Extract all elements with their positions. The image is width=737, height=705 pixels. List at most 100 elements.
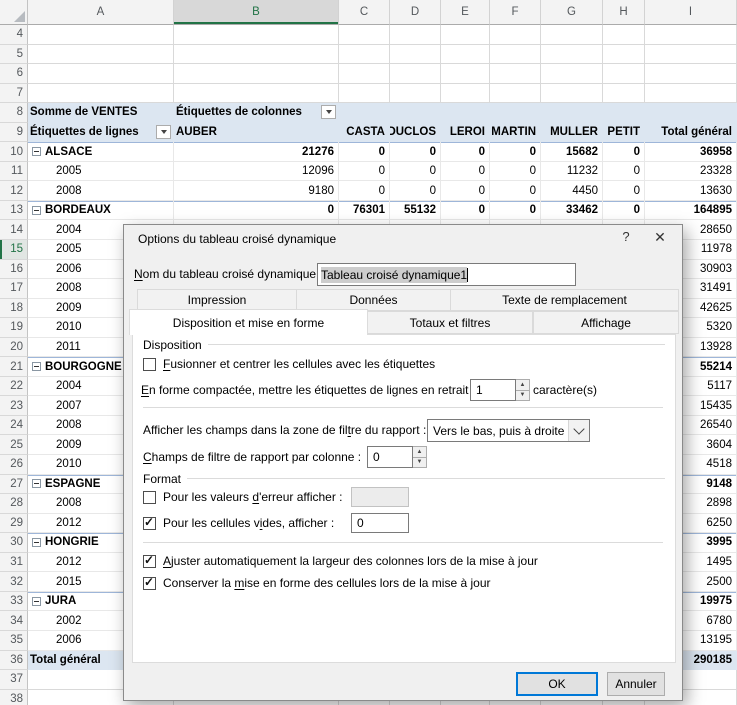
- row-header-19[interactable]: 19: [0, 318, 28, 338]
- cell-B5[interactable]: [174, 45, 339, 65]
- cell-C7[interactable]: [339, 84, 390, 104]
- row-header-15[interactable]: 15: [0, 240, 28, 260]
- collapse-button-JURA[interactable]: [32, 597, 41, 606]
- column-header-G[interactable]: G: [541, 0, 603, 25]
- cell-E11[interactable]: 0: [441, 162, 490, 182]
- column-header-E[interactable]: E: [441, 0, 490, 25]
- cell-I7[interactable]: [645, 84, 737, 104]
- cell-C11[interactable]: 0: [339, 162, 390, 182]
- cell-G11[interactable]: 11232: [541, 162, 603, 182]
- preserve-format-row[interactable]: Conserver la mise en forme des cellules …: [143, 575, 491, 591]
- column-header-A[interactable]: A: [28, 0, 174, 25]
- pivot-name-input[interactable]: Tableau croisé dynamique1: [317, 263, 576, 286]
- cell-B9[interactable]: AUBER: [174, 123, 339, 143]
- help-icon[interactable]: ?: [614, 229, 638, 248]
- row-header-28[interactable]: 28: [0, 494, 28, 514]
- cell-F5[interactable]: [490, 45, 541, 65]
- cell-A10[interactable]: ALSACE: [28, 142, 174, 162]
- cell-I6[interactable]: [645, 64, 737, 84]
- collapse-button-ESPAGNE[interactable]: [32, 479, 41, 488]
- cell-B13[interactable]: 0: [174, 201, 339, 221]
- row-header-31[interactable]: 31: [0, 553, 28, 573]
- tab-affichage[interactable]: Affichage: [533, 311, 679, 334]
- cell-D5[interactable]: [390, 45, 441, 65]
- cell-I12[interactable]: 13630: [645, 181, 737, 201]
- empty-cells-checkbox[interactable]: [143, 517, 156, 530]
- cell-H13[interactable]: 0: [603, 201, 645, 221]
- autofit-row[interactable]: Ajuster automatiquement la largeur des c…: [143, 553, 538, 569]
- cell-D7[interactable]: [390, 84, 441, 104]
- cell-G12[interactable]: 4450: [541, 181, 603, 201]
- cell-B4[interactable]: [174, 25, 339, 45]
- column-header-D[interactable]: D: [390, 0, 441, 25]
- cell-D8[interactable]: [390, 103, 441, 123]
- cell-C12[interactable]: 0: [339, 181, 390, 201]
- row-header-16[interactable]: 16: [0, 260, 28, 280]
- cell-E13[interactable]: 0: [441, 201, 490, 221]
- cell-E9[interactable]: LEROI: [441, 123, 490, 143]
- cell-H5[interactable]: [603, 45, 645, 65]
- cell-A7[interactable]: [28, 84, 174, 104]
- cell-G6[interactable]: [541, 64, 603, 84]
- error-values-checkbox[interactable]: [143, 491, 156, 504]
- cell-D9[interactable]: DUCLOS: [390, 123, 441, 143]
- cell-I4[interactable]: [645, 25, 737, 45]
- select-all-corner[interactable]: [0, 0, 28, 25]
- cell-E10[interactable]: 0: [441, 142, 490, 162]
- preserve-format-checkbox[interactable]: [143, 577, 156, 590]
- autofit-checkbox[interactable]: [143, 555, 156, 568]
- fields-per-column-input[interactable]: 0: [367, 446, 413, 468]
- row-labels-filter-button[interactable]: [156, 125, 171, 139]
- cell-B10[interactable]: 21276: [174, 142, 339, 162]
- cell-I13[interactable]: 164895: [645, 201, 737, 221]
- row-header-14[interactable]: 14: [0, 220, 28, 240]
- column-header-F[interactable]: F: [490, 0, 541, 25]
- cell-A9[interactable]: Étiquettes de lignes: [28, 123, 174, 143]
- cell-H10[interactable]: 0: [603, 142, 645, 162]
- row-header-11[interactable]: 11: [0, 162, 28, 182]
- cell-I10[interactable]: 36958: [645, 142, 737, 162]
- row-header-13[interactable]: 13: [0, 201, 28, 221]
- cell-H12[interactable]: 0: [603, 181, 645, 201]
- cell-H8[interactable]: [603, 103, 645, 123]
- cell-F6[interactable]: [490, 64, 541, 84]
- row-header-30[interactable]: 30: [0, 533, 28, 553]
- cell-I9[interactable]: Total général: [645, 123, 737, 143]
- cell-D10[interactable]: 0: [390, 142, 441, 162]
- row-header-35[interactable]: 35: [0, 631, 28, 651]
- spin-up-icon[interactable]: ▲: [413, 447, 426, 457]
- chevron-down-icon[interactable]: [568, 420, 589, 441]
- row-header-18[interactable]: 18: [0, 299, 28, 319]
- cell-F7[interactable]: [490, 84, 541, 104]
- collapse-button-ALSACE[interactable]: [32, 147, 41, 156]
- empty-cells-row[interactable]: Pour les cellules vides, afficher :: [143, 515, 334, 531]
- spin-down-icon[interactable]: ▼: [413, 457, 426, 468]
- cell-B11[interactable]: 12096: [174, 162, 339, 182]
- row-header-25[interactable]: 25: [0, 435, 28, 455]
- cell-A8[interactable]: Somme de VENTES: [28, 103, 174, 123]
- error-values-input[interactable]: [351, 487, 409, 507]
- row-header-37[interactable]: 37: [0, 670, 28, 690]
- cell-F4[interactable]: [490, 25, 541, 45]
- row-header-23[interactable]: 23: [0, 396, 28, 416]
- row-header-34[interactable]: 34: [0, 611, 28, 631]
- row-header-21[interactable]: 21: [0, 357, 28, 377]
- row-header-4[interactable]: 4: [0, 25, 28, 45]
- row-header-17[interactable]: 17: [0, 279, 28, 299]
- merge-center-row[interactable]: Fusionner et centrer les cellules avec l…: [143, 356, 435, 372]
- cell-F9[interactable]: MARTIN: [490, 123, 541, 143]
- cell-B7[interactable]: [174, 84, 339, 104]
- cell-E6[interactable]: [441, 64, 490, 84]
- row-header-32[interactable]: 32: [0, 572, 28, 592]
- cell-E7[interactable]: [441, 84, 490, 104]
- row-header-36[interactable]: 36: [0, 651, 28, 671]
- cell-D4[interactable]: [390, 25, 441, 45]
- column-header-H[interactable]: H: [603, 0, 645, 25]
- row-header-8[interactable]: 8: [0, 103, 28, 123]
- spin-up-icon[interactable]: ▲: [516, 380, 529, 390]
- column-header-C[interactable]: C: [339, 0, 390, 25]
- cell-E4[interactable]: [441, 25, 490, 45]
- cell-A11[interactable]: 2005: [28, 162, 174, 182]
- cell-B12[interactable]: 9180: [174, 181, 339, 201]
- cell-B8[interactable]: Étiquettes de colonnes: [174, 103, 339, 123]
